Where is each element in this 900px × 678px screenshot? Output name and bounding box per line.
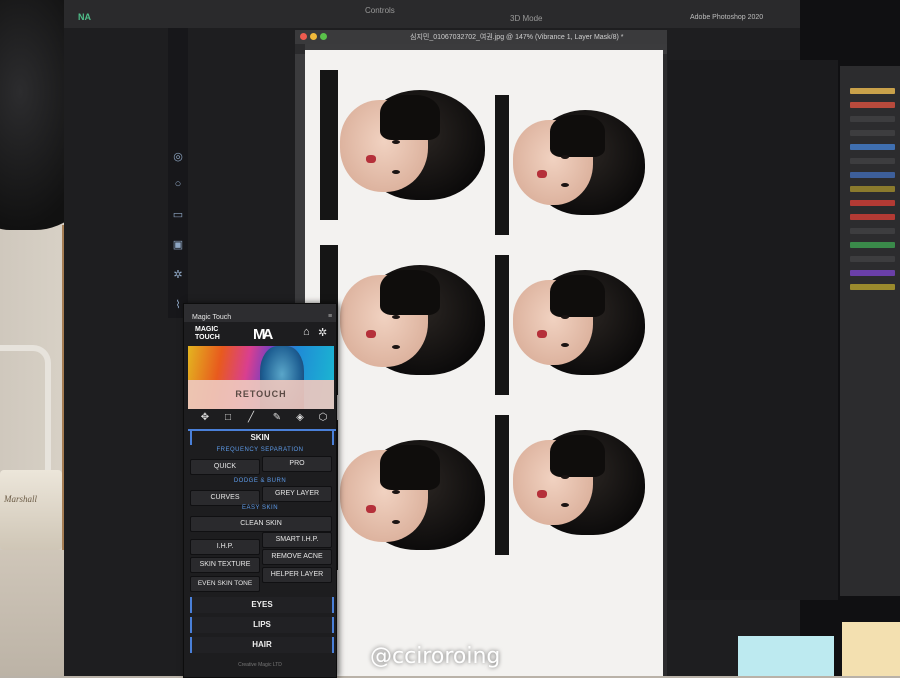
passport-photo: [320, 420, 490, 570]
passport-photo: [495, 95, 655, 235]
frequency-separation-heading: FREQUENCY SEPARATION: [216, 447, 304, 453]
layer-row[interactable]: [850, 214, 895, 220]
pen-icon[interactable]: ✎: [270, 412, 284, 426]
document-canvas[interactable]: [305, 50, 663, 676]
magic-touch-panel: Magic Touch ≡ MAGIC TOUCH MA ⌂ ✲ RETOUCH…: [183, 303, 337, 678]
panel-footer: Creative Magic LTD: [238, 662, 282, 668]
logo-wordmark: MAGIC TOUCH: [195, 326, 220, 341]
sticky-note: [842, 622, 900, 676]
pasteboard-area: [668, 60, 838, 600]
document-titlebar: 심지민_01067032702_여권.jpg @ 147% (Vibrance …: [295, 30, 667, 44]
hair-section-button[interactable]: HAIR: [190, 637, 334, 653]
passport-photo: [320, 70, 490, 220]
layer-row[interactable]: [850, 130, 895, 136]
passport-photo: [495, 255, 655, 395]
menu-item-controls[interactable]: Controls: [365, 6, 395, 15]
layer-row[interactable]: [850, 270, 895, 276]
layer-row[interactable]: [850, 88, 895, 94]
layer-row[interactable]: [850, 242, 895, 248]
speaker: Marshall: [0, 470, 62, 550]
move-icon[interactable]: ✥: [198, 412, 212, 426]
layer-row[interactable]: [850, 228, 895, 234]
even-skin-tone-button[interactable]: EVEN SKIN TONE: [190, 576, 260, 592]
passport-photo: [495, 415, 655, 555]
menu-item-3d-mode[interactable]: 3D Mode: [510, 14, 542, 23]
brush-icon[interactable]: ╱: [244, 412, 258, 426]
home-icon[interactable]: ⌂: [303, 326, 310, 338]
close-icon[interactable]: [300, 33, 307, 40]
layer-row[interactable]: [850, 158, 895, 164]
curves-button[interactable]: CURVES: [190, 490, 260, 506]
gear-icon[interactable]: ✲: [171, 268, 185, 282]
helper-layer-button[interactable]: HELPER LAYER: [262, 567, 332, 583]
watermark: @cciroroing: [370, 644, 501, 669]
lips-section-button[interactable]: LIPS: [190, 617, 334, 633]
layers-icon[interactable]: ◈: [293, 412, 307, 426]
dodge-burn-heading: DODGE & BURN: [233, 478, 287, 484]
smart-ihp-button[interactable]: SMART I.H.P.: [262, 532, 332, 548]
logo-mark: MA: [253, 326, 273, 343]
sticky-note: [738, 636, 834, 676]
chair: [0, 345, 51, 487]
layer-row[interactable]: [850, 200, 895, 206]
eyes-section-button[interactable]: EYES: [190, 597, 334, 613]
document-window: 심지민_01067032702_여권.jpg @ 147% (Vibrance …: [295, 30, 667, 676]
ihp-button[interactable]: I.H.P.: [190, 539, 260, 555]
minimize-icon[interactable]: [310, 33, 317, 40]
speaker-brand: Marshall: [4, 494, 38, 504]
app-badge: NA: [78, 12, 91, 22]
grey-layer-button[interactable]: GREY LAYER: [262, 486, 332, 502]
skin-section-label: SKIN: [250, 433, 270, 442]
layer-row[interactable]: [850, 172, 895, 178]
layer-row[interactable]: [850, 144, 895, 150]
filter-icon[interactable]: ⬡: [316, 412, 330, 426]
layer-row[interactable]: [850, 284, 895, 290]
user-icon[interactable]: ◎: [171, 150, 185, 164]
chat-icon[interactable]: ▭: [171, 208, 185, 222]
clean-skin-button[interactable]: CLEAN SKIN: [190, 516, 332, 532]
layer-row[interactable]: [850, 256, 895, 262]
marquee-icon[interactable]: □: [221, 412, 235, 426]
tool-row: ✥ □ ╱ ✎ ◈ ⬡: [188, 411, 334, 429]
layers-panel: [840, 66, 900, 596]
skin-texture-button[interactable]: SKIN TEXTURE: [190, 557, 260, 573]
layer-row[interactable]: [850, 102, 895, 108]
search-icon[interactable]: ○: [171, 178, 185, 192]
app-title: Adobe Photoshop 2020: [690, 14, 764, 21]
layer-row[interactable]: [850, 186, 895, 192]
panel-menu-icon[interactable]: ≡: [328, 313, 332, 320]
quick-button[interactable]: QUICK: [190, 459, 260, 475]
image-icon[interactable]: ▣: [171, 238, 185, 252]
remove-acne-button[interactable]: REMOVE ACNE: [262, 549, 332, 565]
tool-rail: ◎ ○ ▭ ▣ ✲ ⌇: [168, 28, 188, 318]
gear-icon[interactable]: ✲: [318, 326, 327, 339]
easy-skin-heading: EASY SKIN: [241, 505, 279, 511]
panel-title: Magic Touch: [192, 314, 232, 321]
pro-button[interactable]: PRO: [262, 456, 332, 472]
retouch-banner[interactable]: RETOUCH: [188, 346, 334, 409]
layer-row[interactable]: [850, 116, 895, 122]
passport-photo: [320, 245, 490, 395]
document-title: 심지민_01067032702_여권.jpg @ 147% (Vibrance …: [410, 34, 624, 41]
maximize-icon[interactable]: [320, 33, 327, 40]
retouch-label: RETOUCH: [188, 380, 334, 409]
